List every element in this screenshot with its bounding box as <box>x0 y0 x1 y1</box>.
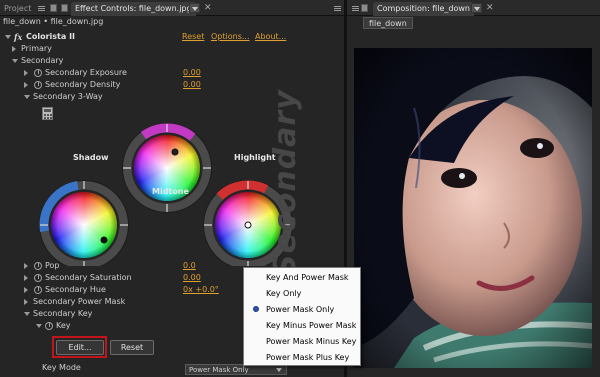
menu-item-key-minus-power-mask[interactable]: Key Minus Power Mask <box>244 318 360 333</box>
secondary-hue-label: Secondary Hue <box>45 285 106 294</box>
selected-radio-icon <box>253 306 259 312</box>
edit-button-highlight-box <box>52 336 107 358</box>
panel-lock-icon[interactable] <box>50 4 57 12</box>
stopwatch-icon[interactable] <box>34 262 42 270</box>
midtone-wheel-label: Midtone <box>152 187 189 196</box>
stopwatch-icon[interactable] <box>34 286 42 294</box>
expand-saturation-icon[interactable] <box>24 275 28 281</box>
expand-secondary-key-icon[interactable] <box>24 312 30 316</box>
menu-item-key-only[interactable]: Key Only <box>244 286 360 301</box>
composition-viewer-image[interactable] <box>354 48 592 368</box>
composition-lock-icon[interactable] <box>361 4 368 12</box>
panel-menu-icon[interactable] <box>334 6 341 7</box>
composition-panel-menu-icon[interactable] <box>352 6 359 7</box>
expand-key-icon[interactable] <box>36 324 42 328</box>
portrait-photo <box>354 48 592 368</box>
stopwatch-icon[interactable] <box>45 322 53 330</box>
key-mode-popup-menu: Key And Power Mask Key Only Power Mask O… <box>243 267 361 366</box>
pop-value[interactable]: 0.0 <box>183 260 196 272</box>
composition-name-tab[interactable]: file_down <box>363 17 413 29</box>
secondary-watermark-label: Secondary <box>268 89 303 276</box>
secondary-power-mask-label: Secondary Power Mask <box>33 297 126 306</box>
effect-controls-icon <box>61 4 68 12</box>
key-mode-label: Key Mode <box>42 363 81 372</box>
menu-item-power-mask-only[interactable]: Power Mask Only <box>244 302 360 317</box>
stopwatch-icon[interactable] <box>34 274 42 282</box>
close-tab-icon[interactable]: ✕ <box>204 2 212 14</box>
secondary-saturation-label: Secondary Saturation <box>45 273 132 282</box>
menu-item-power-mask-minus-key[interactable]: Power Mask Minus Key <box>244 334 360 349</box>
tab-project[interactable]: Project <box>0 2 35 16</box>
close-composition-tab-icon[interactable]: ✕ <box>486 2 494 14</box>
secondary-key-label: Secondary Key <box>33 309 93 318</box>
effect-controls-dropdown-icon[interactable] <box>189 3 200 13</box>
right-tab-bar: Composition: file_down ✕ <box>347 0 600 16</box>
midtone-color-wheel[interactable] <box>122 123 212 213</box>
tab-effect-controls[interactable]: Effect Controls: file_down.jpg <box>71 2 196 16</box>
expand-hue-icon[interactable] <box>24 287 28 293</box>
project-tab-menu-icon[interactable] <box>38 6 45 7</box>
key-label: Key <box>56 321 71 330</box>
secondary-saturation-value[interactable]: 0.00 <box>183 272 201 284</box>
expand-power-mask-icon[interactable] <box>24 299 28 305</box>
composition-panel: file_down <box>347 16 600 377</box>
secondary-hue-value[interactable]: 0x +0.0° <box>183 284 219 296</box>
pop-label: Pop <box>45 261 60 270</box>
menu-item-key-and-power-mask[interactable]: Key And Power Mask <box>244 270 360 285</box>
menu-item-power-mask-plus-key[interactable]: Power Mask Plus Key <box>244 350 360 365</box>
composition-dropdown-icon[interactable] <box>471 3 482 13</box>
reset-key-button[interactable]: Reset <box>110 340 154 355</box>
menu-item-power-mask-only-label: Power Mask Only <box>266 305 335 314</box>
shadow-wheel-label: Shadow <box>73 153 109 162</box>
left-tab-bar: Project Effect Controls: file_down.jpg ✕ <box>0 0 344 16</box>
expand-pop-icon[interactable] <box>24 263 28 269</box>
tab-composition[interactable]: Composition: file_down <box>373 2 474 16</box>
shadow-color-wheel[interactable] <box>39 180 129 267</box>
